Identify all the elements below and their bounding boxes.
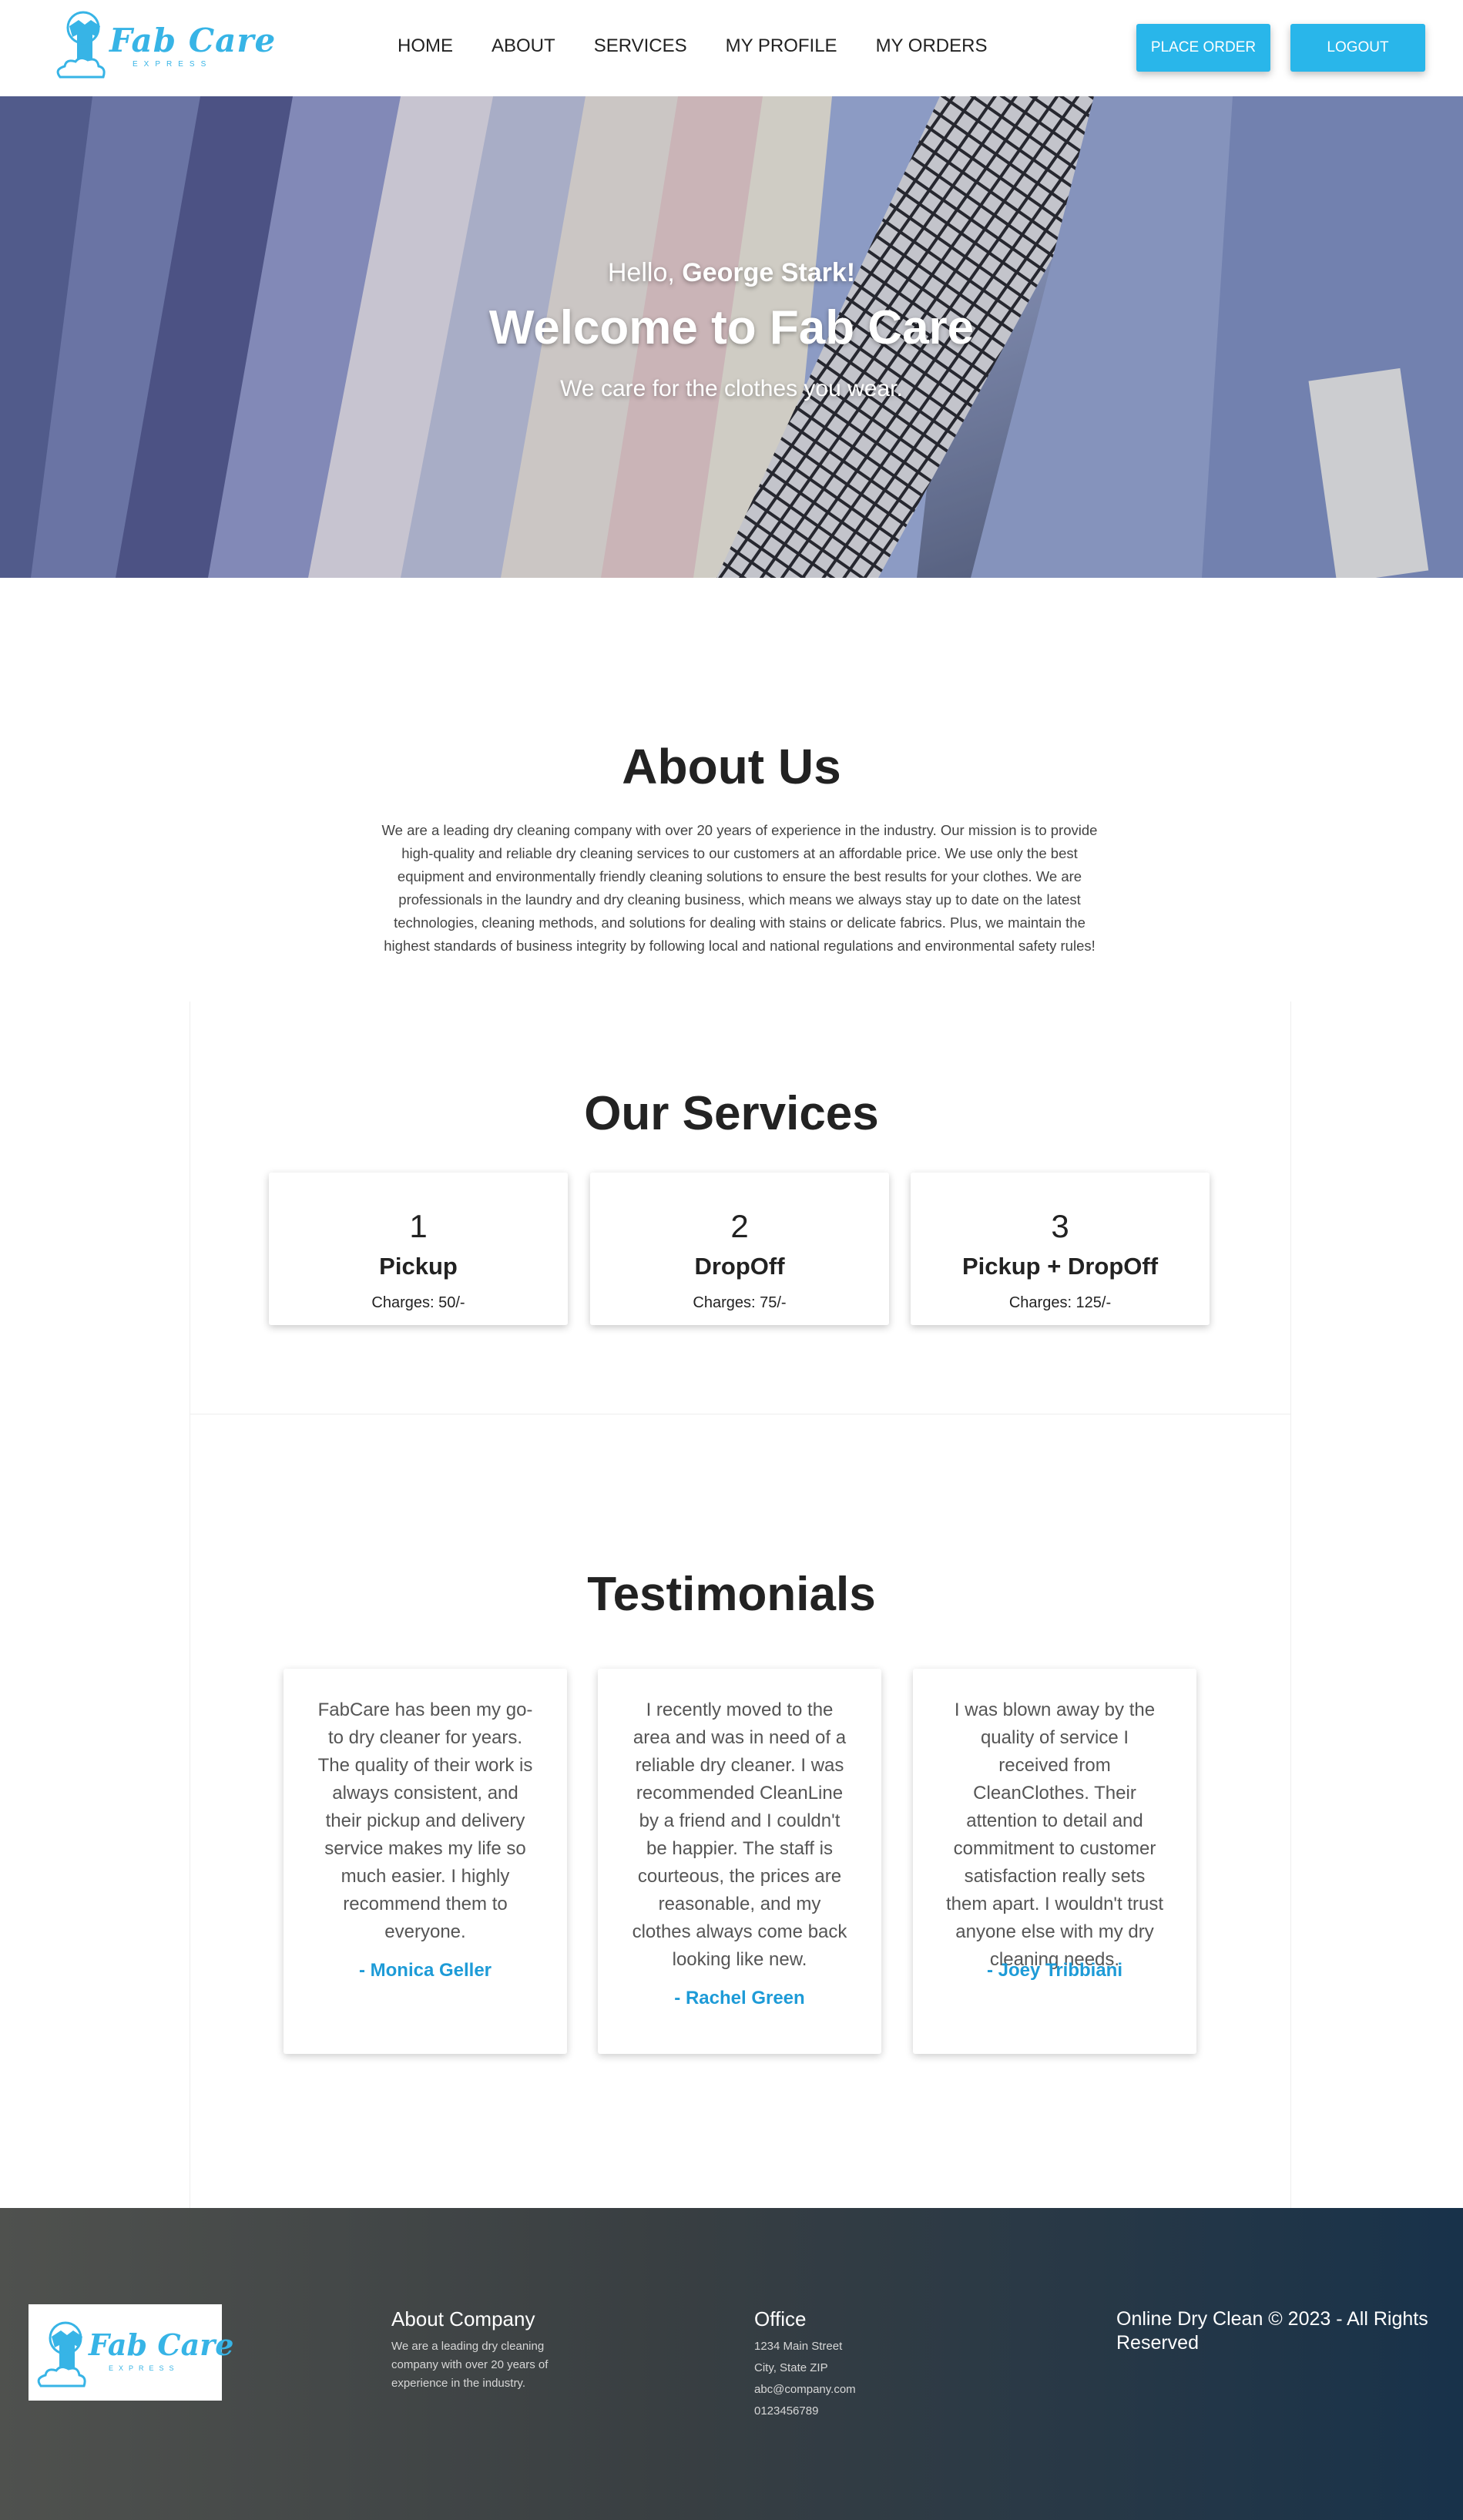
testimonial-card: I was blown away by the quality of servi… (913, 1669, 1196, 2054)
service-number: 2 (730, 1208, 749, 1244)
footer-office-title: Office (754, 2307, 807, 2330)
footer-office-phone[interactable]: 0123456789 (754, 2401, 818, 2422)
footer-logo[interactable]: Fab Care EXPRESS (29, 2304, 233, 2401)
footer-brand-tagline: EXPRESS (109, 2364, 180, 2372)
footer-brand-name: Fab Care (89, 2327, 234, 2362)
shirt-cloud-logo-icon (37, 2321, 86, 2387)
footer-office-email[interactable]: abc@company.com (754, 2379, 856, 2401)
service-number: 1 (409, 1208, 428, 1244)
navbar: Fab Care EXPRESS HOME ABOUT SERVICES MY … (0, 0, 1463, 96)
testimonials-title: Testimonials (587, 1568, 876, 1621)
testimonial-author: - Rachel Green (674, 1988, 805, 2008)
hero-banner: Hello, George Stark! Welcome to Fab Care… (0, 96, 1463, 578)
testimonial-card: I recently moved to the area and was in … (598, 1669, 881, 2054)
brand-name: Fab Care (109, 22, 277, 59)
brand-logo[interactable]: Fab Care EXPRESS (52, 9, 275, 80)
testimonial-quote: FabCare has been my go-to dry cleaner fo… (317, 1700, 533, 1942)
service-name: Pickup + DropOff (961, 1253, 1159, 1280)
greeting-text: Hello, (607, 258, 675, 287)
nav-my-profile[interactable]: MY PROFILE (726, 35, 837, 57)
nav-my-orders[interactable]: MY ORDERS (876, 35, 988, 57)
testimonial-quote: I recently moved to the area and was in … (632, 1700, 847, 1970)
testimonial-author: - Joey Tribbiani (986, 1960, 1123, 1981)
footer-office-address: 1234 Main Street (754, 2340, 843, 2353)
about-body: We are a leading dry cleaning company wi… (381, 822, 1098, 954)
service-card-pickup[interactable]: 1 Pickup Charges: 50/- (269, 1173, 568, 1325)
user-name: George Stark! (682, 258, 856, 287)
service-name: DropOff (694, 1253, 785, 1280)
hero-title: Welcome to Fab Care (488, 301, 975, 354)
service-price: Charges: 50/- (371, 1294, 465, 1311)
testimonial-card: FabCare has been my go-to dry cleaner fo… (284, 1669, 567, 2054)
service-price: Charges: 125/- (1008, 1294, 1112, 1311)
footer-about-title: About Company (391, 2307, 535, 2330)
shirt-cloud-logo-icon (56, 11, 106, 79)
service-card-pickup-dropoff[interactable]: 3 Pickup + DropOff Charges: 125/- (911, 1173, 1210, 1325)
footer: Fab Care EXPRESS About Company We are a … (0, 2208, 1463, 2520)
testimonial-quote: I was blown away by the quality of servi… (945, 1700, 1164, 1970)
service-price: Charges: 75/- (693, 1294, 787, 1311)
main-nav: HOME ABOUT SERVICES MY PROFILE MY ORDERS (398, 35, 987, 57)
footer-office-city: City, State ZIP (754, 2361, 828, 2374)
nav-home[interactable]: HOME (398, 35, 453, 57)
nav-services[interactable]: SERVICES (594, 35, 687, 57)
service-card-dropoff[interactable]: 2 DropOff Charges: 75/- (590, 1173, 889, 1325)
service-name: Pickup (379, 1253, 458, 1280)
services-title: Our Services (584, 1087, 879, 1140)
about-title: About Us (622, 739, 841, 794)
nav-about[interactable]: ABOUT (492, 35, 555, 57)
footer-about-text: We are a leading dry cleaning company wi… (391, 2340, 549, 2390)
hero-greeting: Hello, George Stark! (0, 258, 1463, 288)
hero-tagline: We care for the clothes you wear. (560, 376, 903, 401)
testimonial-author: - Monica Geller (358, 1960, 492, 1981)
service-number: 3 (1051, 1208, 1069, 1244)
place-order-button[interactable]: PLACE ORDER (1136, 24, 1270, 72)
brand-tagline: EXPRESS (133, 60, 213, 69)
logout-button[interactable]: LOGOUT (1290, 24, 1425, 72)
footer-copyright: Online Dry Clean © 2023 - All Rights Res… (1116, 2308, 1428, 2354)
